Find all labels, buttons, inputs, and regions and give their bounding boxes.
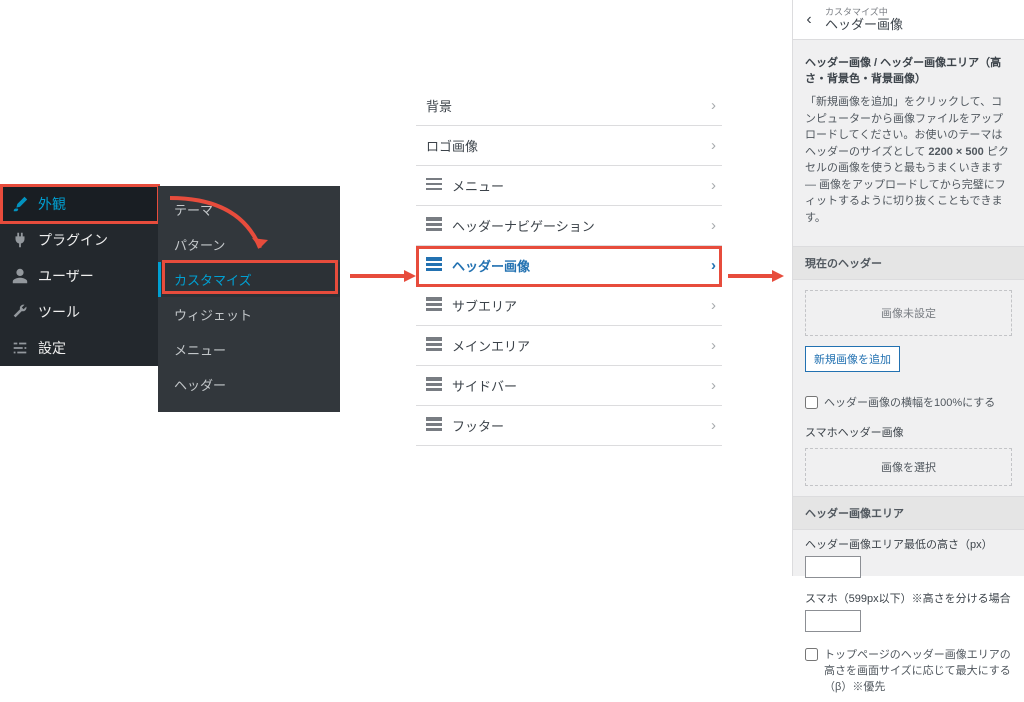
submenu-item-header[interactable]: ヘッダー bbox=[158, 367, 340, 402]
field-label: ヘッダー画像エリア最低の高さ（px） bbox=[805, 536, 1012, 552]
add-new-image-button[interactable]: 新規画像を追加 bbox=[805, 346, 900, 372]
subheading-header-area: ヘッダー画像エリア bbox=[793, 496, 1024, 530]
sidebar-item-users[interactable]: ユーザー bbox=[0, 258, 158, 294]
layout-icon bbox=[426, 217, 442, 234]
user-icon bbox=[10, 266, 30, 286]
plug-icon bbox=[10, 230, 30, 250]
section-description: 「新規画像を追加」をクリックして、コンピューターから画像ファイルをアップロードし… bbox=[805, 94, 1012, 226]
section-label: サイドバー bbox=[452, 376, 517, 395]
section-row-footer[interactable]: フッター › bbox=[416, 406, 722, 446]
chevron-right-icon: › bbox=[711, 297, 716, 314]
width-100-checkbox[interactable] bbox=[805, 396, 818, 409]
section-row-sidebar[interactable]: サイドバー › bbox=[416, 366, 722, 406]
chevron-right-icon: › bbox=[711, 217, 716, 234]
top-fullheight-checkbox[interactable] bbox=[805, 648, 818, 661]
sidebar-item-settings[interactable]: 設定 bbox=[0, 330, 158, 366]
section-label: サブエリア bbox=[452, 296, 517, 315]
section-label: フッター bbox=[452, 416, 504, 435]
annotation-arrow bbox=[350, 266, 420, 291]
sidebar-item-label: プラグイン bbox=[38, 230, 108, 250]
hamburger-icon bbox=[426, 177, 442, 194]
sidebar-item-label: 設定 bbox=[38, 338, 66, 358]
layout-icon bbox=[426, 257, 442, 274]
wp-admin-sidebar: 外観 プラグイン ユーザー ツール 設定 bbox=[0, 186, 158, 366]
sp-height-input[interactable] bbox=[805, 610, 861, 632]
section-row-mainarea[interactable]: メインエリア › bbox=[416, 326, 722, 366]
checkbox-label: トップページのヘッダー画像エリアの高さを画面サイズに応じて最大にする（β）※優先 bbox=[824, 646, 1012, 694]
chevron-right-icon: › bbox=[711, 377, 716, 394]
chevron-right-icon: › bbox=[711, 337, 716, 354]
sidebar-item-tools[interactable]: ツール bbox=[0, 294, 158, 330]
brush-icon bbox=[10, 194, 30, 214]
no-image-placeholder: 画像未設定 bbox=[805, 290, 1012, 336]
section-row-subarea[interactable]: サブエリア › bbox=[416, 286, 722, 326]
layout-icon bbox=[426, 417, 442, 434]
chevron-right-icon: › bbox=[711, 417, 716, 434]
layout-icon bbox=[426, 377, 442, 394]
appearance-submenu: テーマ パターン カスタマイズ ウィジェット メニュー ヘッダー bbox=[158, 186, 340, 412]
submenu-item-widgets[interactable]: ウィジェット bbox=[158, 297, 340, 332]
field-label: スマホ（599px以下）※高さを分ける場合 bbox=[805, 590, 1012, 606]
section-label: 背景 bbox=[426, 96, 452, 115]
min-height-input[interactable] bbox=[805, 556, 861, 578]
panel-header: ‹ カスタマイズ中 ヘッダー画像 bbox=[793, 0, 1024, 40]
section-row-menu[interactable]: メニュー › bbox=[416, 166, 722, 206]
checkbox-label: ヘッダー画像の横幅を100%にする bbox=[824, 394, 995, 410]
sidebar-item-label: ユーザー bbox=[38, 266, 94, 286]
chevron-right-icon: › bbox=[711, 97, 716, 114]
field-label: スマホヘッダー画像 bbox=[793, 418, 1024, 444]
section-label: ヘッダーナビゲーション bbox=[452, 216, 595, 235]
subheading-current-header: 現在のヘッダー bbox=[793, 246, 1024, 280]
sidebar-item-plugins[interactable]: プラグイン bbox=[0, 222, 158, 258]
submenu-item-customize[interactable]: カスタマイズ bbox=[158, 262, 340, 297]
section-row-header-nav[interactable]: ヘッダーナビゲーション › bbox=[416, 206, 722, 246]
layout-icon bbox=[426, 297, 442, 314]
submenu-item-patterns[interactable]: パターン bbox=[158, 227, 340, 262]
chevron-right-icon: › bbox=[711, 257, 716, 274]
customizer-section-list: 背景 › ロゴ画像 › メニュー › ヘッダーナビゲーション › ヘッダー画像 … bbox=[416, 86, 722, 446]
section-label: ロゴ画像 bbox=[426, 136, 478, 155]
select-image-button[interactable]: 画像を選択 bbox=[805, 448, 1012, 486]
wrench-icon bbox=[10, 302, 30, 322]
chevron-right-icon: › bbox=[711, 177, 716, 194]
customizer-panel: ‹ カスタマイズ中 ヘッダー画像 ヘッダー画像 / ヘッダー画像エリア（高さ・背… bbox=[792, 0, 1024, 576]
sidebar-item-label: 外観 bbox=[38, 194, 66, 214]
layout-icon bbox=[426, 337, 442, 354]
section-row-background[interactable]: 背景 › bbox=[416, 86, 722, 126]
annotation-arrow bbox=[728, 266, 788, 291]
back-button[interactable]: ‹ bbox=[793, 11, 825, 29]
section-row-header-image[interactable]: ヘッダー画像 › bbox=[416, 246, 722, 286]
chevron-right-icon: › bbox=[711, 137, 716, 154]
sidebar-item-label: ツール bbox=[38, 302, 80, 322]
sidebar-item-appearance[interactable]: 外観 bbox=[0, 186, 158, 222]
section-row-logo[interactable]: ロゴ画像 › bbox=[416, 126, 722, 166]
submenu-item-themes[interactable]: テーマ bbox=[158, 192, 340, 227]
section-label: メニュー bbox=[452, 176, 504, 195]
submenu-item-menus[interactable]: メニュー bbox=[158, 332, 340, 367]
section-title: ヘッダー画像 / ヘッダー画像エリア（高さ・背景色・背景画像） bbox=[805, 54, 1012, 86]
panel-title: ヘッダー画像 bbox=[825, 18, 903, 32]
section-label: メインエリア bbox=[452, 336, 530, 355]
sliders-icon bbox=[10, 338, 30, 358]
section-label: ヘッダー画像 bbox=[452, 256, 530, 275]
